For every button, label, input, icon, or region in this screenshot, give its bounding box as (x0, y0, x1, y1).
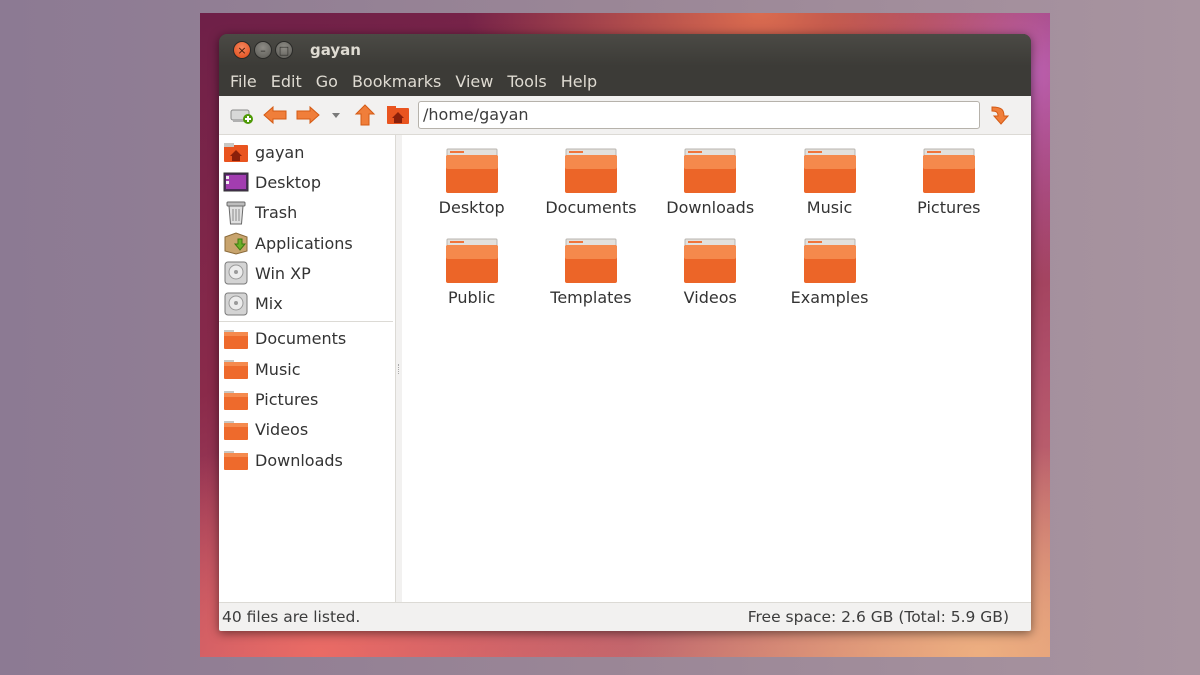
file-item-label: Music (806, 198, 853, 217)
sidebar-item-label: Downloads (255, 450, 343, 470)
maximize-button[interactable]: □ (275, 41, 293, 59)
file-item-videos[interactable]: Videos (651, 237, 770, 327)
folder-icon (803, 148, 856, 193)
sidebar: gayan Desktop Trash Applications Win XP … (219, 135, 396, 602)
file-item-pictures[interactable]: Pictures (889, 147, 1008, 237)
sidebar-item-music[interactable]: Music (219, 354, 395, 384)
folder-icon (564, 238, 617, 283)
folder-icon (445, 238, 498, 283)
new-tab-button[interactable] (225, 100, 258, 130)
sidebar-separator (219, 320, 393, 322)
sidebar-item-mix[interactable]: Mix (219, 288, 395, 318)
sidebar-item-label: gayan (255, 142, 305, 162)
file-item-documents[interactable]: Documents (531, 147, 650, 237)
folder-icon (445, 148, 498, 193)
sidebar-item-label: Documents (255, 329, 347, 349)
drive-icon (222, 260, 250, 286)
file-item-label: Templates (550, 288, 632, 307)
title-bar[interactable]: × – □ gayan (219, 34, 1031, 66)
file-view[interactable]: Desktop Documents Downloads Music Pictur… (402, 135, 1031, 602)
sidebar-item-label: Pictures (255, 390, 319, 410)
location-input[interactable]: /home/gayan (418, 101, 980, 129)
status-free-space: Free space: 2.6 GB (Total: 5.9 GB) (747, 608, 1009, 626)
applications-icon (222, 230, 250, 256)
sidebar-item-label: Trash (255, 203, 298, 223)
menu-go[interactable]: Go (309, 72, 345, 91)
history-dropdown-icon (332, 113, 340, 118)
go-button[interactable] (982, 100, 1015, 130)
file-item-label: Pictures (917, 198, 981, 217)
file-item-label: Public (447, 288, 496, 307)
file-item-downloads[interactable]: Downloads (651, 147, 770, 237)
file-item-label: Documents (545, 198, 637, 217)
sidebar-item-pictures[interactable]: Pictures (219, 384, 395, 414)
file-item-label: Downloads (666, 198, 755, 217)
folder-icon (684, 148, 737, 193)
trash-icon (222, 200, 250, 226)
go-icon (991, 106, 1009, 125)
sidebar-item-documents[interactable]: Documents (219, 324, 395, 354)
forward-arrow-icon (296, 105, 320, 125)
file-item-public[interactable]: Public (412, 237, 531, 327)
file-item-music[interactable]: Music (770, 147, 889, 237)
sidebar-item-applications[interactable]: Applications (219, 228, 395, 258)
status-bar: 40 files are listed. Free space: 2.6 GB … (219, 602, 1031, 631)
up-button[interactable] (348, 100, 381, 130)
window-title: gayan (310, 41, 361, 59)
home-icon (386, 106, 409, 124)
menu-file[interactable]: File (223, 72, 264, 91)
home-folder-icon (222, 139, 250, 165)
file-item-templates[interactable]: Templates (531, 237, 650, 327)
forward-button[interactable] (291, 100, 324, 130)
back-button[interactable] (258, 100, 291, 130)
file-item-label: Desktop (438, 198, 505, 217)
sidebar-item-desktop[interactable]: Desktop (219, 167, 395, 197)
toolbar: /home/gayan (219, 96, 1031, 135)
menu-bar: File Edit Go Bookmarks View Tools Help (219, 66, 1031, 96)
home-button[interactable] (381, 100, 414, 130)
folder-icon (222, 326, 250, 352)
history-dropdown-button[interactable] (324, 100, 348, 130)
file-item-examples[interactable]: Examples (770, 237, 889, 327)
menu-view[interactable]: View (448, 72, 500, 91)
desktop-icon (222, 169, 250, 195)
menu-bookmarks[interactable]: Bookmarks (345, 72, 448, 91)
sidebar-item-label: Videos (255, 420, 309, 440)
folder-icon (564, 148, 617, 193)
minimize-button[interactable]: – (254, 41, 272, 59)
file-item-desktop[interactable]: Desktop (412, 147, 531, 237)
sidebar-item-label: Music (255, 359, 301, 379)
file-item-label: Examples (790, 288, 869, 307)
folder-icon (222, 387, 250, 413)
folder-icon (222, 417, 250, 443)
file-manager-window: × – □ gayan File Edit Go Bookmarks View … (219, 34, 1031, 631)
folder-icon (803, 238, 856, 283)
minimize-icon: – (260, 43, 266, 57)
folder-icon (922, 148, 975, 193)
file-item-label: Videos (683, 288, 737, 307)
folder-icon (222, 447, 250, 473)
new-tab-icon (230, 109, 253, 124)
maximize-icon: □ (278, 43, 290, 57)
sidebar-item-downloads[interactable]: Downloads (219, 445, 395, 475)
folder-icon (684, 238, 737, 283)
sidebar-item-win-xp[interactable]: Win XP (219, 258, 395, 288)
drive-icon (222, 291, 250, 317)
menu-tools[interactable]: Tools (500, 72, 553, 91)
sidebar-item-gayan[interactable]: gayan (219, 137, 395, 167)
folder-icon (222, 356, 250, 382)
up-arrow-icon (354, 104, 375, 126)
close-button[interactable]: × (233, 41, 251, 59)
menu-edit[interactable]: Edit (264, 72, 309, 91)
sidebar-item-label: Win XP (255, 263, 311, 283)
status-file-count: 40 files are listed. (222, 608, 361, 626)
sidebar-item-trash[interactable]: Trash (219, 198, 395, 228)
back-arrow-icon (262, 105, 286, 125)
sidebar-item-label: Mix (255, 294, 283, 314)
sidebar-item-label: Desktop (255, 172, 321, 192)
close-icon: × (237, 43, 247, 57)
menu-help[interactable]: Help (554, 72, 604, 91)
sidebar-item-label: Applications (255, 233, 353, 253)
sidebar-item-videos[interactable]: Videos (219, 415, 395, 445)
